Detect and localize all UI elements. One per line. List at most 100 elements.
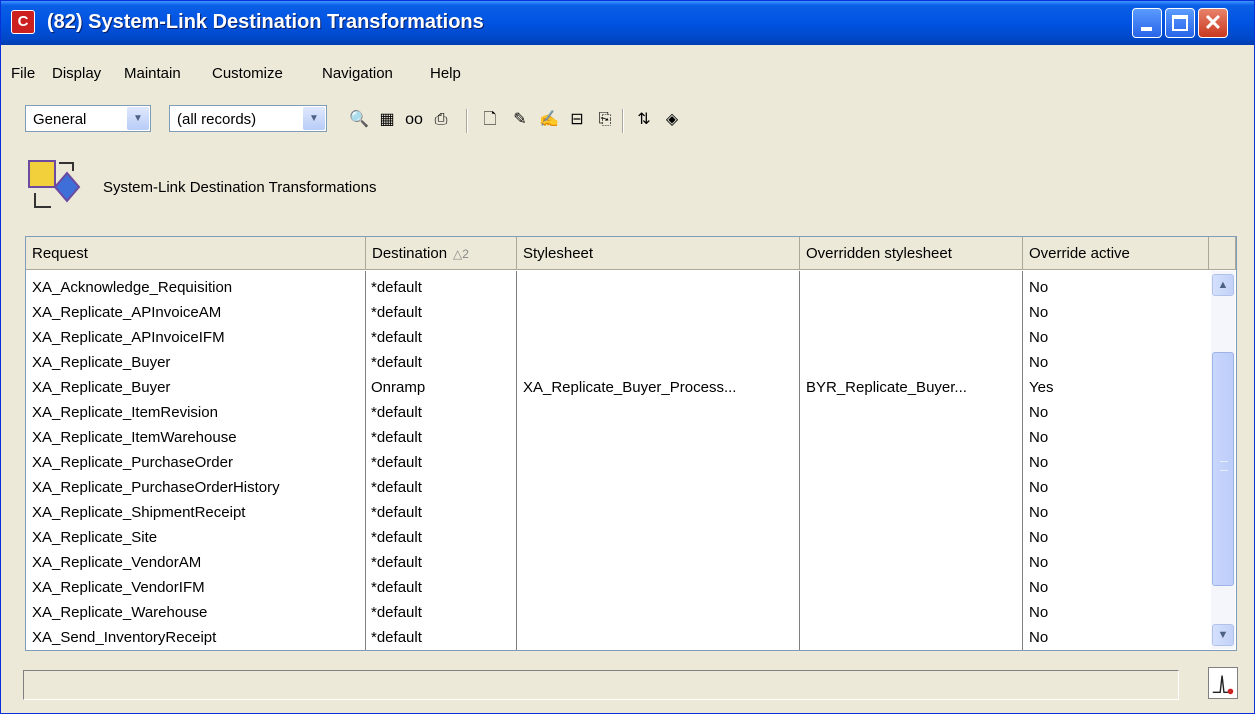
cell-overridden-stylesheet [806,575,1020,600]
menu-bar: File Display Maintain Customize Navigati… [1,61,1254,85]
cell-destination: *default [371,604,422,621]
filter-select[interactable]: (all records) ▼ [169,105,327,132]
column-divider [1022,271,1023,650]
cell-stylesheet [523,450,797,475]
scroll-up-icon[interactable]: ▲ [1212,274,1234,296]
cell-destination: *default [371,329,422,346]
menu-navigation[interactable]: Navigation [322,65,393,82]
cell-stylesheet [523,625,797,650]
print-icon[interactable]: ⎙ [430,110,452,130]
cell-overridden-stylesheet [806,275,1020,300]
glasses-icon[interactable]: oo [403,110,425,130]
app-icon[interactable]: C [11,10,35,34]
cell-request: XA_Replicate_ShipmentReceipt [32,504,246,521]
column-header-override-active[interactable]: Override active [1023,237,1209,270]
maximize-icon [1172,15,1188,31]
form-header: System-Link Destination Transformations [1,151,1254,221]
binoculars-icon[interactable]: 🔍 [348,110,370,130]
cell-override-active: No [1029,454,1049,471]
view-select-value: General [33,111,87,128]
cell-stylesheet [523,550,797,575]
cell-destination: *default [371,354,422,371]
scroll-down-icon[interactable]: ▼ [1212,624,1234,646]
cell-request: XA_Replicate_APInvoiceAM [32,304,222,321]
cell-overridden-stylesheet [806,400,1020,425]
cell-stylesheet [523,300,797,325]
menu-display[interactable]: Display [52,65,101,82]
main-window: C (82) System-Link Destination Transform… [0,0,1255,714]
cell-overridden-stylesheet [806,600,1020,625]
cell-overridden-stylesheet [806,525,1020,550]
cell-overridden-stylesheet [806,550,1020,575]
minimize-button[interactable] [1132,8,1162,38]
column-header-request[interactable]: Request [26,237,366,270]
form-title: System-Link Destination Transformations [103,179,377,196]
activity-graph-icon[interactable] [1208,667,1238,699]
cell-stylesheet [523,325,797,350]
cell-request: XA_Replicate_APInvoiceIFM [32,329,225,346]
close-button[interactable]: ✕ [1198,8,1228,38]
vertical-scrollbar[interactable]: ▲ ▼ [1211,271,1235,649]
cell-override-active: No [1029,304,1049,321]
cell-destination: *default [371,579,422,596]
cell-destination: *default [371,529,422,546]
cell-override-active: No [1029,429,1049,446]
toolbar-separator [622,109,624,133]
copy-icon[interactable]: ⎘ [594,110,616,130]
search-results-icon[interactable]: ▦ [376,110,398,130]
records-grid: Request Destination △2 Stylesheet Overrid… [25,236,1237,651]
cell-override-active: No [1029,404,1049,421]
menu-customize[interactable]: Customize [212,65,283,82]
view-select[interactable]: General ▼ [25,105,151,132]
menu-help[interactable]: Help [430,65,461,82]
window-title: (82) System-Link Destination Transformat… [47,11,484,33]
cell-stylesheet [523,400,797,425]
cell-destination: *default [371,454,422,471]
cell-stylesheet [523,525,797,550]
cell-destination: *default [371,629,422,646]
status-bar [23,670,1179,700]
edit-list-icon[interactable]: ✍ [538,110,560,130]
cell-request: XA_Replicate_PurchaseOrder [32,454,233,471]
column-header-overridden-stylesheet[interactable]: Overridden stylesheet [800,237,1023,270]
cell-overridden-stylesheet [806,500,1020,525]
toolbar-separator [466,109,468,133]
cell-destination: *default [371,554,422,571]
column-divider [516,271,517,650]
cell-stylesheet [523,475,797,500]
cell-override-active: No [1029,279,1049,296]
maximize-button[interactable] [1165,8,1195,38]
column-divider [365,271,366,650]
column-header-destination[interactable]: Destination △2 [366,237,517,270]
cell-overridden-stylesheet [806,425,1020,450]
cell-destination: Onramp [371,379,426,396]
new-icon[interactable]: 🗋 [479,110,501,130]
cell-request: XA_Replicate_Warehouse [32,604,208,621]
title-bar[interactable]: C (82) System-Link Destination Transform… [1,1,1254,45]
cell-destination: *default [371,504,422,521]
cell-request: XA_Replicate_Buyer [32,354,171,371]
cell-stylesheet [523,275,797,300]
filter-select-value: (all records) [177,111,257,128]
chevron-down-icon[interactable]: ▼ [127,107,149,130]
toolbar: General ▼ (all records) ▼ 🔍 ▦ oo ⎙ 🗋 ✎ ✍… [1,101,1254,141]
import-export-icon[interactable]: ⇅ [633,110,655,130]
edit-pencil-icon[interactable]: ✎ [509,110,531,130]
menu-file[interactable]: File [11,65,35,82]
cell-request: XA_Replicate_Buyer [32,379,171,396]
cell-destination: *default [371,429,422,446]
chevron-down-icon[interactable]: ▼ [303,107,325,130]
cell-overridden-stylesheet [806,450,1020,475]
cell-request: XA_Acknowledge_Requisition [32,279,233,296]
cell-request: XA_Replicate_VendorAM [32,554,202,571]
cell-stylesheet [523,575,797,600]
cell-request: XA_Replicate_ItemRevision [32,404,218,421]
cell-request: XA_Replicate_VendorIFM [32,579,205,596]
scrollbar-thumb[interactable] [1212,352,1234,586]
column-header-stylesheet[interactable]: Stylesheet [517,237,800,270]
cell-request: XA_Replicate_ItemWarehouse [32,429,237,446]
menu-maintain[interactable]: Maintain [124,65,181,82]
xml-icon[interactable]: ◈ [661,110,683,130]
tree-icon[interactable]: ⊟ [566,110,588,130]
cell-stylesheet [523,350,797,375]
